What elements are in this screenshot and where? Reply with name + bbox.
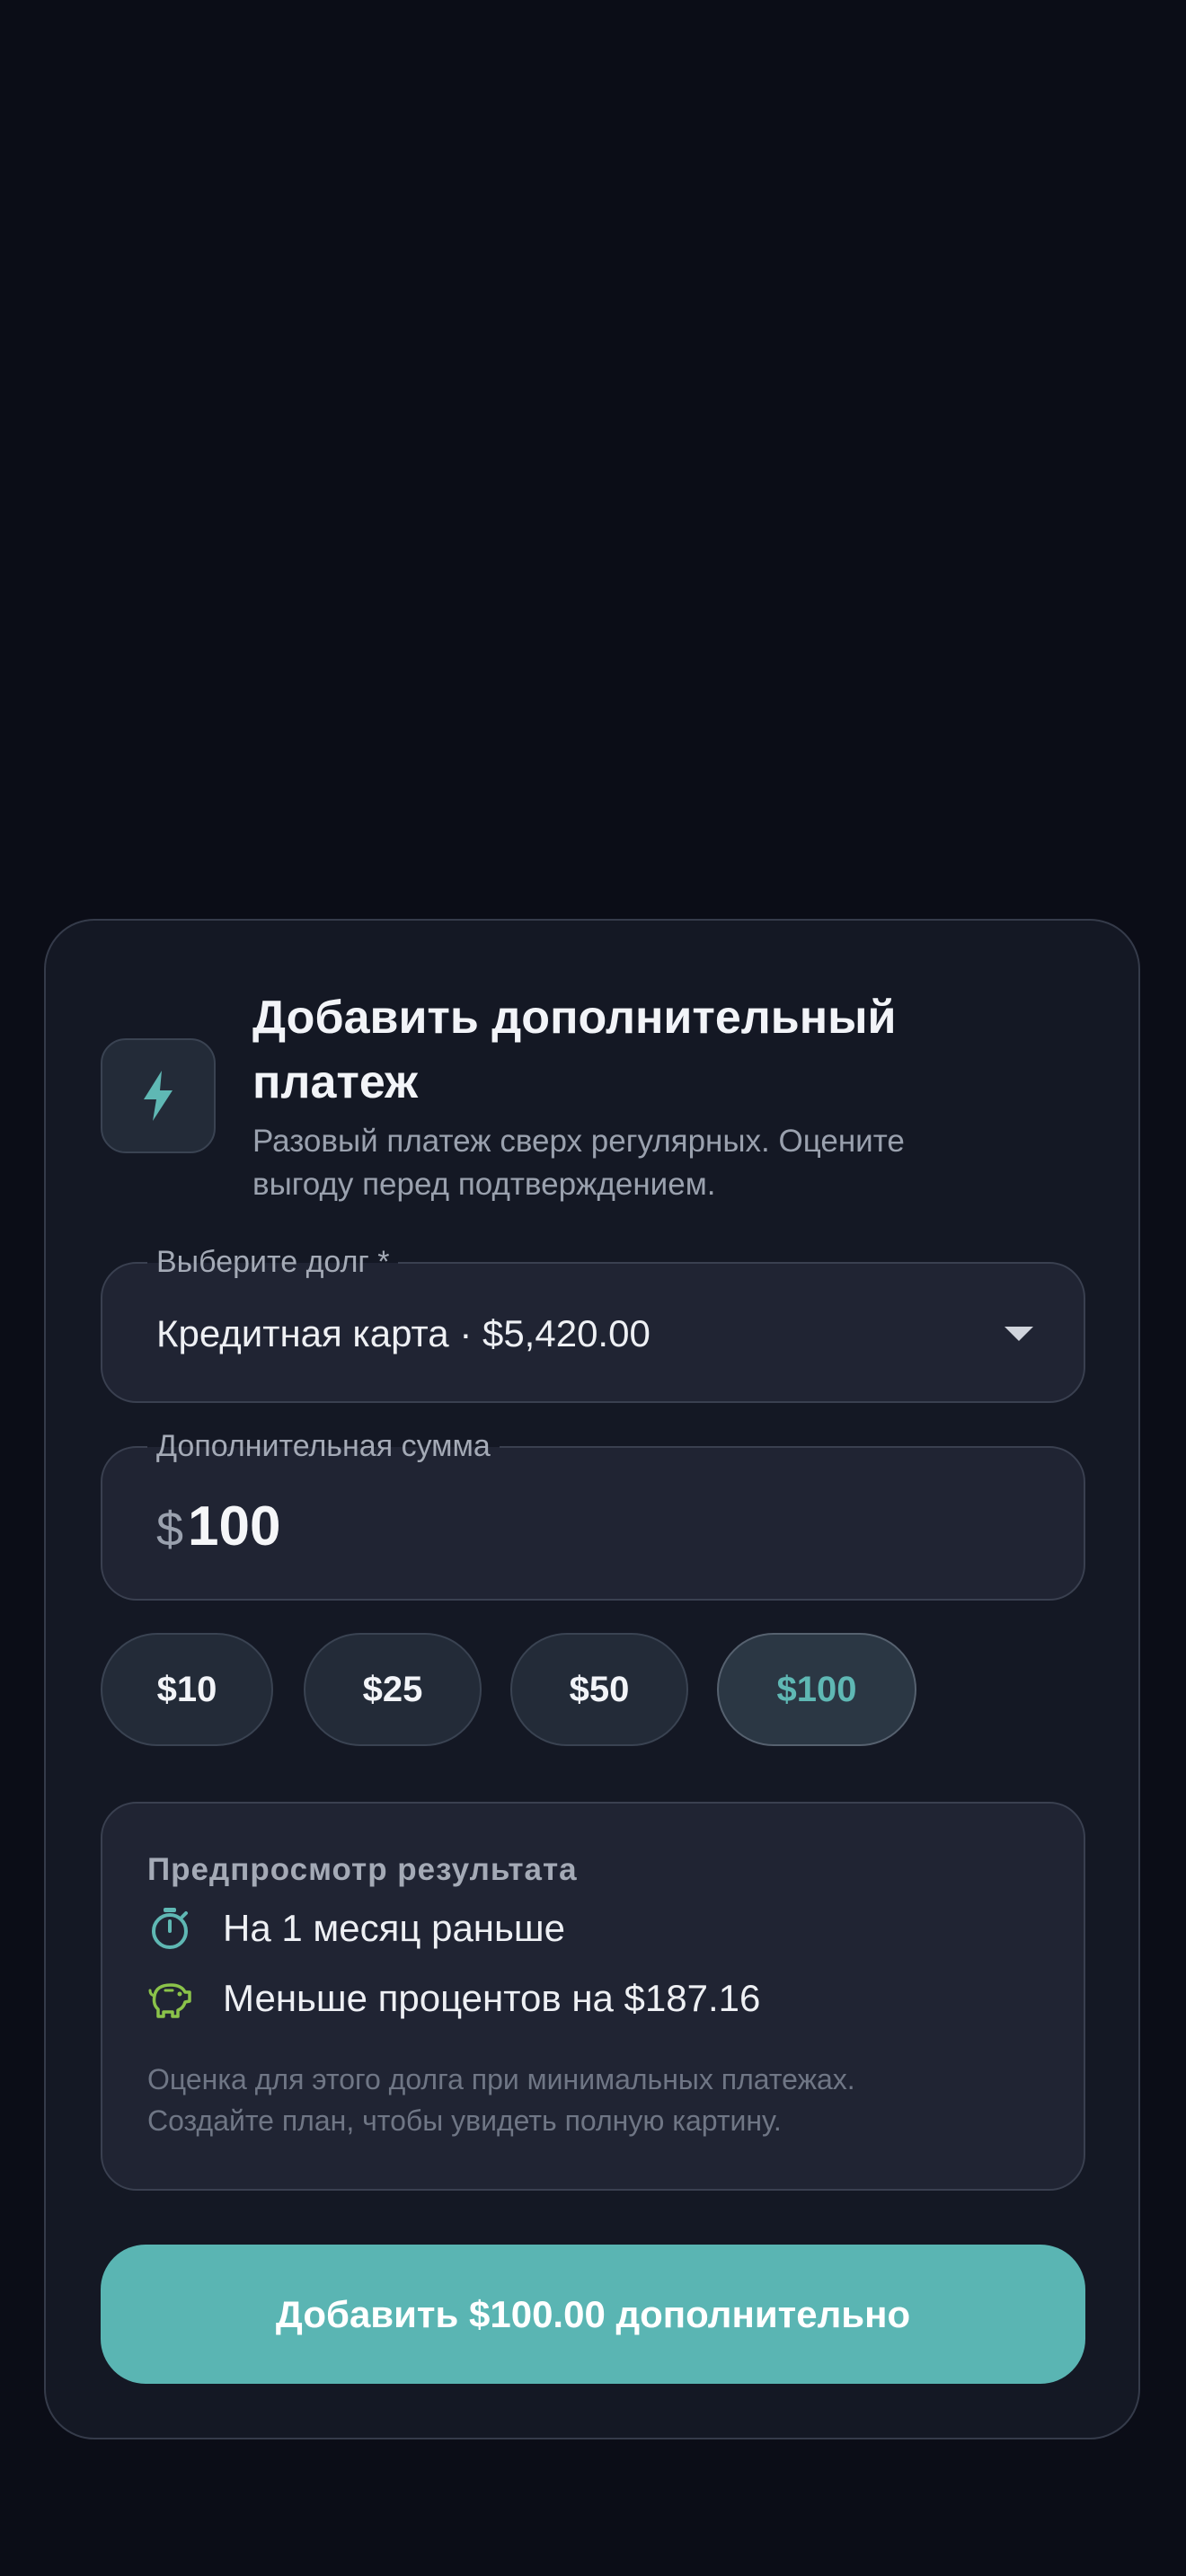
piggy-bank-icon <box>147 1976 192 2021</box>
lightning-bolt-icon <box>144 1071 173 1121</box>
add-extra-payment-button[interactable]: Добавить $100.00 дополнительно <box>101 2245 1085 2384</box>
preview-note-line2: Создайте план, чтобы увидеть полную карт… <box>147 2104 782 2137</box>
currency-prefix: $ <box>156 1503 184 1557</box>
preview-title: Предпросмотр результата <box>147 1852 578 1887</box>
add-extra-payment-sheet: Добавить дополнительный платеж Разовый п… <box>44 919 1140 2439</box>
dialog-title-line2: платеж <box>252 1056 418 1108</box>
timer-icon <box>147 1906 192 1951</box>
quick-amount-100-button[interactable]: $100 <box>717 1633 916 1746</box>
dialog-title: Добавить дополнительный платеж <box>252 985 1061 1115</box>
debt-select-label: Выберите долг * <box>147 1242 399 1282</box>
dialog-title-line1: Добавить дополнительный <box>252 992 897 1044</box>
preview-note: Оценка для этого долга при минимальных п… <box>147 2059 1046 2141</box>
dialog-subtitle: Разовый платеж сверх регулярных. Оцените… <box>252 1120 1061 1206</box>
header-icon-tile <box>101 1038 216 1153</box>
quick-amount-10-button[interactable]: $10 <box>101 1633 273 1746</box>
quick-amount-50-button[interactable]: $50 <box>510 1633 688 1746</box>
debt-select[interactable]: Выберите долг * Кредитная карта · $5,420… <box>101 1242 1085 1403</box>
extra-amount-value[interactable]: 100 <box>188 1493 280 1561</box>
extra-amount-label: Дополнительная сумма <box>147 1426 500 1466</box>
extra-amount-input[interactable]: Дополнительная сумма $ 100 <box>101 1426 1085 1601</box>
preview-months-text: На 1 месяц раньше <box>223 1907 565 1949</box>
preview-note-line1: Оценка для этого долга при минимальных п… <box>147 2063 855 2095</box>
preview-row-interest: Меньше процентов на $187.16 <box>147 1973 760 2024</box>
dialog-subtitle-line2: выгоду перед подтверждением. <box>252 1167 716 1202</box>
result-preview-card: Предпросмотр результата На 1 месяц раньш… <box>101 1802 1085 2191</box>
preview-row-months: На 1 месяц раньше <box>147 1903 565 1954</box>
chevron-down-icon[interactable] <box>1005 1327 1033 1341</box>
preview-interest-text: Меньше процентов на $187.16 <box>223 1977 761 2019</box>
quick-amount-25-button[interactable]: $25 <box>304 1633 482 1746</box>
dialog-subtitle-line1: Разовый платеж сверх регулярных. Оцените <box>252 1124 905 1159</box>
debt-select-value: Кредитная карта · $5,420.00 <box>156 1312 651 1354</box>
